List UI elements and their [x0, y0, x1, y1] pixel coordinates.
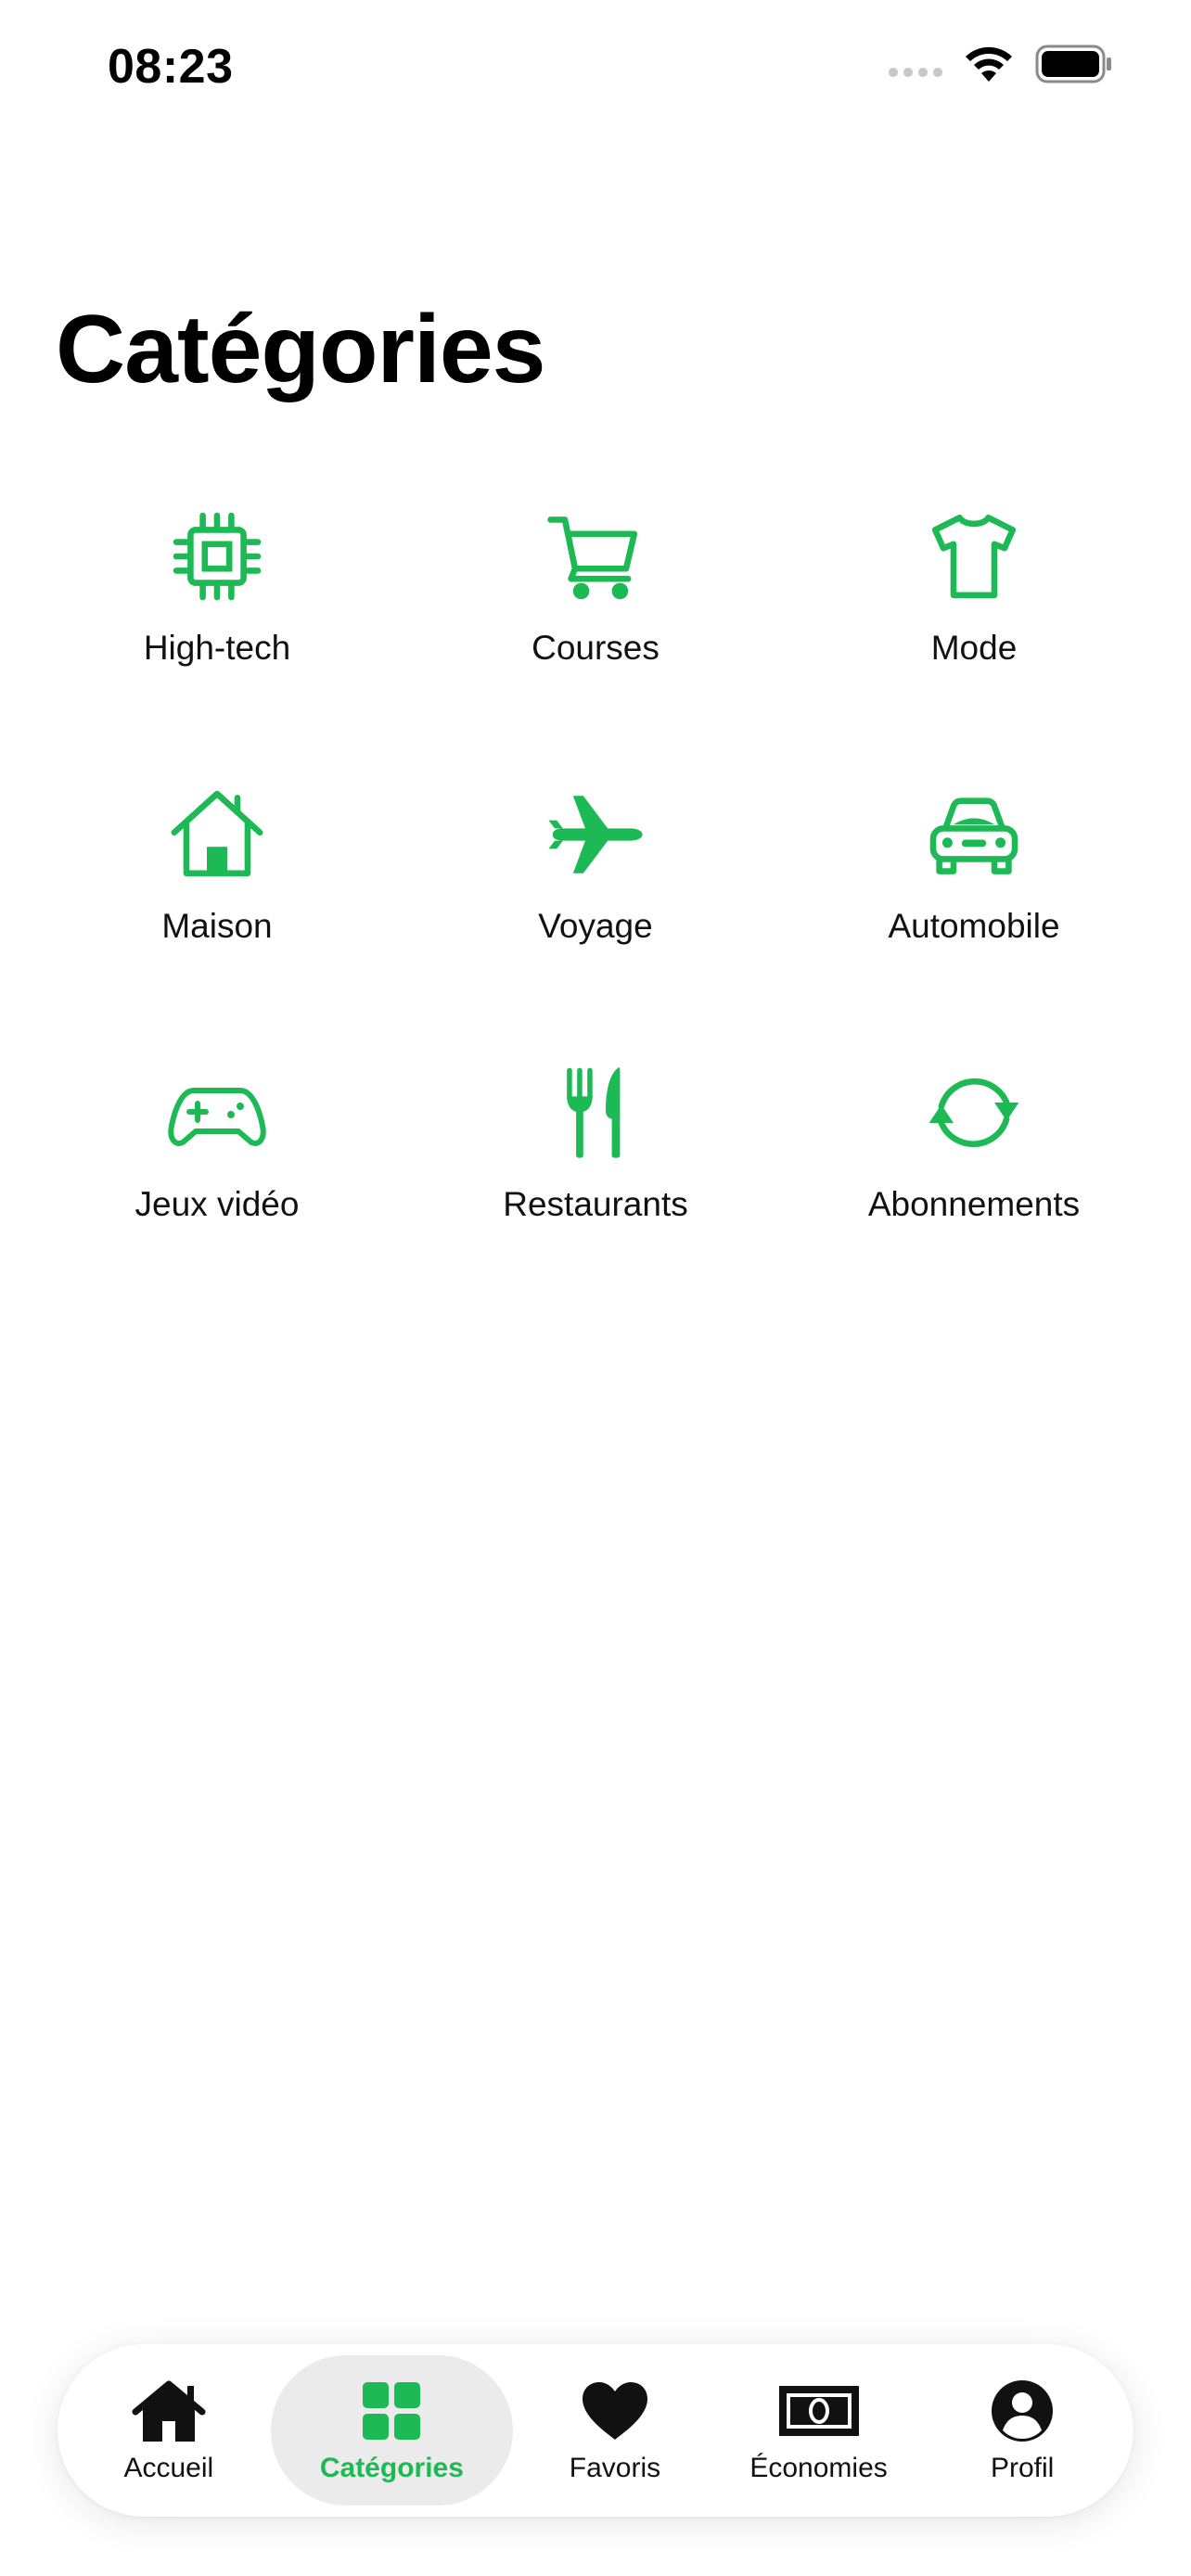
- page-title: Catégories: [56, 296, 546, 403]
- tab-bar: Accueil Catégories Favoris Économies Pro…: [58, 2344, 1133, 2517]
- tab-categories[interactable]: Catégories: [270, 2355, 514, 2506]
- tab-profil[interactable]: Profil: [920, 2355, 1124, 2506]
- tab-label: Accueil: [123, 2453, 214, 2483]
- tab-favoris[interactable]: Favoris: [513, 2355, 717, 2506]
- house-icon: [161, 779, 273, 890]
- car-icon: [918, 779, 1030, 890]
- tab-label: Profil: [991, 2453, 1055, 2483]
- category-label: Mode: [930, 629, 1018, 667]
- grid-icon: [361, 2377, 422, 2445]
- category-label: Voyage: [538, 907, 653, 945]
- tshirt-icon: [918, 501, 1030, 612]
- category-courses[interactable]: Courses: [406, 501, 785, 779]
- tab-accueil[interactable]: Accueil: [67, 2355, 271, 2506]
- tab-label: Économies: [749, 2453, 888, 2483]
- airplane-icon: [540, 779, 651, 890]
- banknote-icon: [777, 2377, 861, 2445]
- category-automobile[interactable]: Automobile: [785, 779, 1163, 1057]
- tab-label: Favoris: [569, 2453, 661, 2483]
- category-mode[interactable]: Mode: [785, 501, 1163, 779]
- category-maison[interactable]: Maison: [28, 779, 406, 1057]
- heart-icon: [581, 2377, 649, 2445]
- cellular-signal-icon: [889, 68, 942, 77]
- category-high-tech[interactable]: High-tech: [28, 501, 406, 779]
- category-label: Maison: [161, 907, 273, 945]
- category-label: Restaurants: [503, 1185, 688, 1223]
- wifi-icon: [966, 46, 1012, 82]
- person-circle-icon: [990, 2377, 1055, 2445]
- status-time: 08:23: [108, 40, 234, 94]
- category-label: Abonnements: [867, 1185, 1081, 1223]
- tab-economies[interactable]: Économies: [717, 2355, 921, 2506]
- category-restaurants[interactable]: Restaurants: [406, 1057, 785, 1335]
- category-voyage[interactable]: Voyage: [406, 779, 785, 1057]
- category-label: High-tech: [143, 629, 291, 667]
- status-indicators: [889, 45, 1113, 83]
- gamepad-icon: [161, 1057, 273, 1168]
- fork-knife-icon: [540, 1057, 651, 1168]
- cpu-icon: [161, 501, 273, 612]
- category-label: Automobile: [888, 907, 1060, 945]
- screen: 08:23 Catégories High-tech Courses Mode …: [0, 0, 1191, 2576]
- category-abonnements[interactable]: Abonnements: [785, 1057, 1163, 1335]
- refresh-icon: [918, 1057, 1030, 1168]
- tab-label: Catégories: [319, 2453, 464, 2483]
- category-label: Jeux vidéo: [134, 1185, 300, 1223]
- cart-icon: [540, 501, 651, 612]
- home-icon: [132, 2377, 206, 2445]
- category-label: Courses: [531, 629, 660, 667]
- battery-icon: [1035, 45, 1111, 83]
- category-jeux-video[interactable]: Jeux vidéo: [28, 1057, 406, 1335]
- category-grid: High-tech Courses Mode Maison Voyage Aut…: [28, 501, 1163, 1335]
